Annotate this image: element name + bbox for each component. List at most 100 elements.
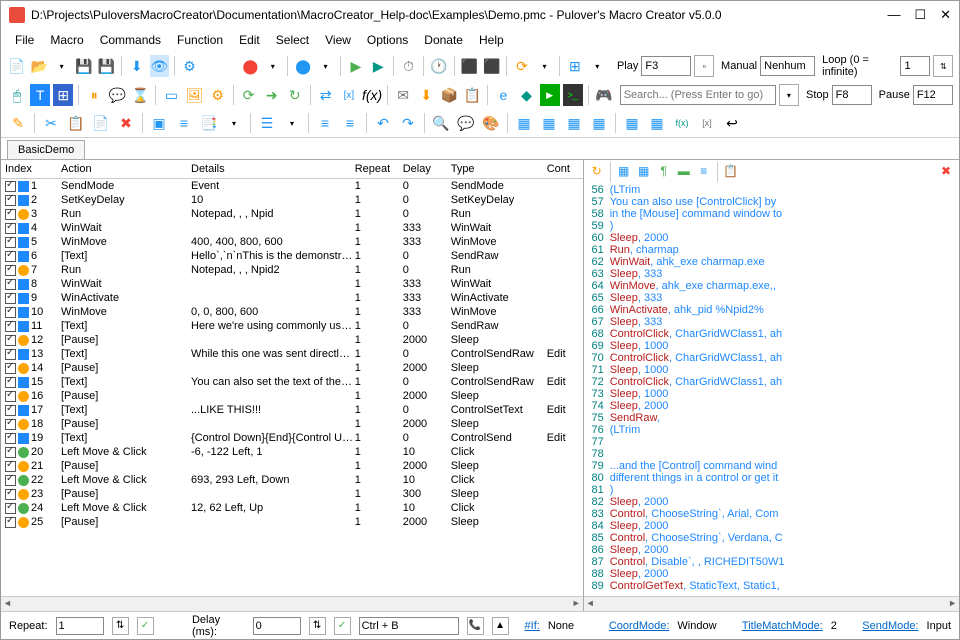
- run-icon[interactable]: ▶: [346, 55, 365, 77]
- table-row[interactable]: 10WinMove0, 0, 800, 6001333WinMove: [1, 305, 583, 319]
- recent-dropdown-icon[interactable]: ▾: [52, 55, 71, 77]
- comment-icon[interactable]: 💬: [455, 112, 477, 134]
- code-view2-icon[interactable]: ▦: [635, 162, 653, 180]
- col-details[interactable]: Details: [191, 163, 355, 175]
- download-icon[interactable]: ⬇: [416, 84, 436, 106]
- code-refresh-icon[interactable]: ↻: [588, 162, 606, 180]
- export-icon[interactable]: ⬇: [127, 55, 146, 77]
- code-wrap-icon[interactable]: ≡: [695, 162, 713, 180]
- delay-apply-icon[interactable]: ✓: [334, 617, 351, 635]
- run-script-icon[interactable]: ⬛: [482, 55, 501, 77]
- options-icon[interactable]: ⚙: [180, 55, 199, 77]
- edit-icon[interactable]: ✎: [7, 112, 29, 134]
- select-all-icon[interactable]: ▣: [148, 112, 170, 134]
- col-repeat[interactable]: Repeat: [355, 163, 403, 175]
- table-row[interactable]: 14[Pause]12000Sleep: [1, 361, 583, 375]
- schedule-icon[interactable]: 🕐: [429, 55, 448, 77]
- loop-input[interactable]: [900, 56, 930, 76]
- col-control[interactable]: Cont: [547, 163, 583, 175]
- msgbox-icon[interactable]: 💬: [107, 84, 127, 106]
- menu-edit[interactable]: Edit: [233, 31, 266, 49]
- row-checkbox[interactable]: [5, 419, 16, 430]
- table-row[interactable]: 25[Pause]12000Sleep: [1, 515, 583, 529]
- table-row[interactable]: 22Left Move & Click693, 293 Left, Down11…: [1, 473, 583, 487]
- table-body[interactable]: 1SendModeEvent10SendMode2SetKeyDelay1010…: [1, 179, 583, 596]
- debug-icon[interactable]: >_: [563, 84, 583, 106]
- record-dropdown-icon[interactable]: ▾: [263, 55, 282, 77]
- hotkey-input[interactable]: [359, 617, 459, 635]
- move-down-icon[interactable]: ▦: [563, 112, 585, 134]
- menu-donate[interactable]: Donate: [418, 31, 469, 49]
- sendmode-link[interactable]: SendMode:: [862, 620, 918, 632]
- row-checkbox[interactable]: [5, 517, 16, 528]
- row-checkbox[interactable]: [5, 461, 16, 472]
- row-checkbox[interactable]: [5, 321, 16, 332]
- hotkey-phone-icon[interactable]: 📞: [467, 617, 484, 635]
- open-icon[interactable]: 📂: [29, 55, 48, 77]
- table-row[interactable]: 23[Pause]1300Sleep: [1, 487, 583, 501]
- window-cmd-icon[interactable]: ▭: [161, 84, 181, 106]
- table-row[interactable]: 9WinActivate1333WinActivate: [1, 291, 583, 305]
- loop-spinner-icon[interactable]: ⇅: [933, 55, 953, 77]
- select-similar-icon[interactable]: ≡: [173, 112, 195, 134]
- code-copy-icon[interactable]: 📋: [722, 162, 740, 180]
- row-checkbox[interactable]: [5, 279, 16, 290]
- table-row[interactable]: 1SendModeEvent10SendMode: [1, 179, 583, 193]
- goto-icon[interactable]: ➜: [262, 84, 282, 106]
- if-icon[interactable]: ⇄: [316, 84, 336, 106]
- play-hotkey-input[interactable]: [641, 56, 691, 76]
- win-dropdown-icon[interactable]: ▾: [588, 55, 607, 77]
- search-input[interactable]: [620, 85, 776, 105]
- sleep-icon[interactable]: ⌛: [130, 84, 150, 106]
- row-checkbox[interactable]: [5, 447, 16, 458]
- play-hotkey-extra-icon[interactable]: ▫: [694, 55, 714, 77]
- revert-icon[interactable]: ↩: [721, 112, 743, 134]
- menu-macro[interactable]: Macro: [44, 31, 89, 49]
- stop-hotkey-input[interactable]: [832, 85, 872, 105]
- com-icon[interactable]: ◆: [516, 84, 536, 106]
- tab-basicdemo[interactable]: BasicDemo: [7, 140, 85, 159]
- table-row[interactable]: 20Left Move & Click-6, -122 Left, 1110Cl…: [1, 445, 583, 459]
- insert-after-icon[interactable]: ▦: [588, 112, 610, 134]
- text-icon[interactable]: T: [30, 84, 50, 106]
- table-row[interactable]: 4WinWait1333WinWait: [1, 221, 583, 235]
- reset-icon[interactable]: ⟳: [512, 55, 531, 77]
- play-icon[interactable]: ⬤: [293, 55, 312, 77]
- menu-options[interactable]: Options: [361, 31, 414, 49]
- row-checkbox[interactable]: [5, 405, 16, 416]
- row-checkbox[interactable]: [5, 475, 16, 486]
- pause-cmd-icon[interactable]: ⏸: [84, 84, 104, 106]
- table-row[interactable]: 6[Text]Hello`,`n`nThis is the demonstrat…: [1, 249, 583, 263]
- mouse-icon[interactable]: 🖱: [7, 84, 27, 106]
- palette-icon[interactable]: 🎨: [480, 112, 502, 134]
- redo-icon[interactable]: ↷: [397, 112, 419, 134]
- play-dropdown-icon[interactable]: ▾: [316, 55, 335, 77]
- repeat-spinner-icon[interactable]: ⇅: [112, 617, 129, 635]
- ungroup-icon[interactable]: ▦: [646, 112, 668, 134]
- preview-icon[interactable]: 👁: [150, 55, 169, 77]
- menu-select[interactable]: Select: [270, 31, 315, 49]
- if-link[interactable]: #If:: [525, 620, 540, 632]
- menu-commands[interactable]: Commands: [94, 31, 167, 49]
- gear-cmd-icon[interactable]: ⚙: [208, 84, 228, 106]
- row-checkbox[interactable]: [5, 195, 16, 206]
- controller-icon[interactable]: 🎮: [594, 84, 614, 106]
- table-row[interactable]: 24Left Move & Click12, 62 Left, Up110Cli…: [1, 501, 583, 515]
- label-icon[interactable]: ↻: [285, 84, 305, 106]
- col-type[interactable]: Type: [451, 163, 547, 175]
- undo-icon[interactable]: ↶: [372, 112, 394, 134]
- col-delay[interactable]: Delay: [403, 163, 451, 175]
- row-checkbox[interactable]: [5, 391, 16, 402]
- titlematch-link[interactable]: TitleMatchMode:: [742, 620, 823, 632]
- duplicate-icon[interactable]: 📑: [198, 112, 220, 134]
- align-left-icon[interactable]: ≡: [314, 112, 336, 134]
- insert-before-icon[interactable]: ▦: [538, 112, 560, 134]
- loop-cmd-icon[interactable]: ⟳: [239, 84, 259, 106]
- ini-icon[interactable]: 📋: [462, 84, 482, 106]
- windows-icon[interactable]: ⊞: [565, 55, 584, 77]
- row-checkbox[interactable]: [5, 489, 16, 500]
- run-line-icon[interactable]: ▶: [540, 84, 560, 106]
- row-checkbox[interactable]: [5, 363, 16, 374]
- table-row[interactable]: 12[Pause]12000Sleep: [1, 333, 583, 347]
- func-icon[interactable]: f(x): [362, 84, 382, 106]
